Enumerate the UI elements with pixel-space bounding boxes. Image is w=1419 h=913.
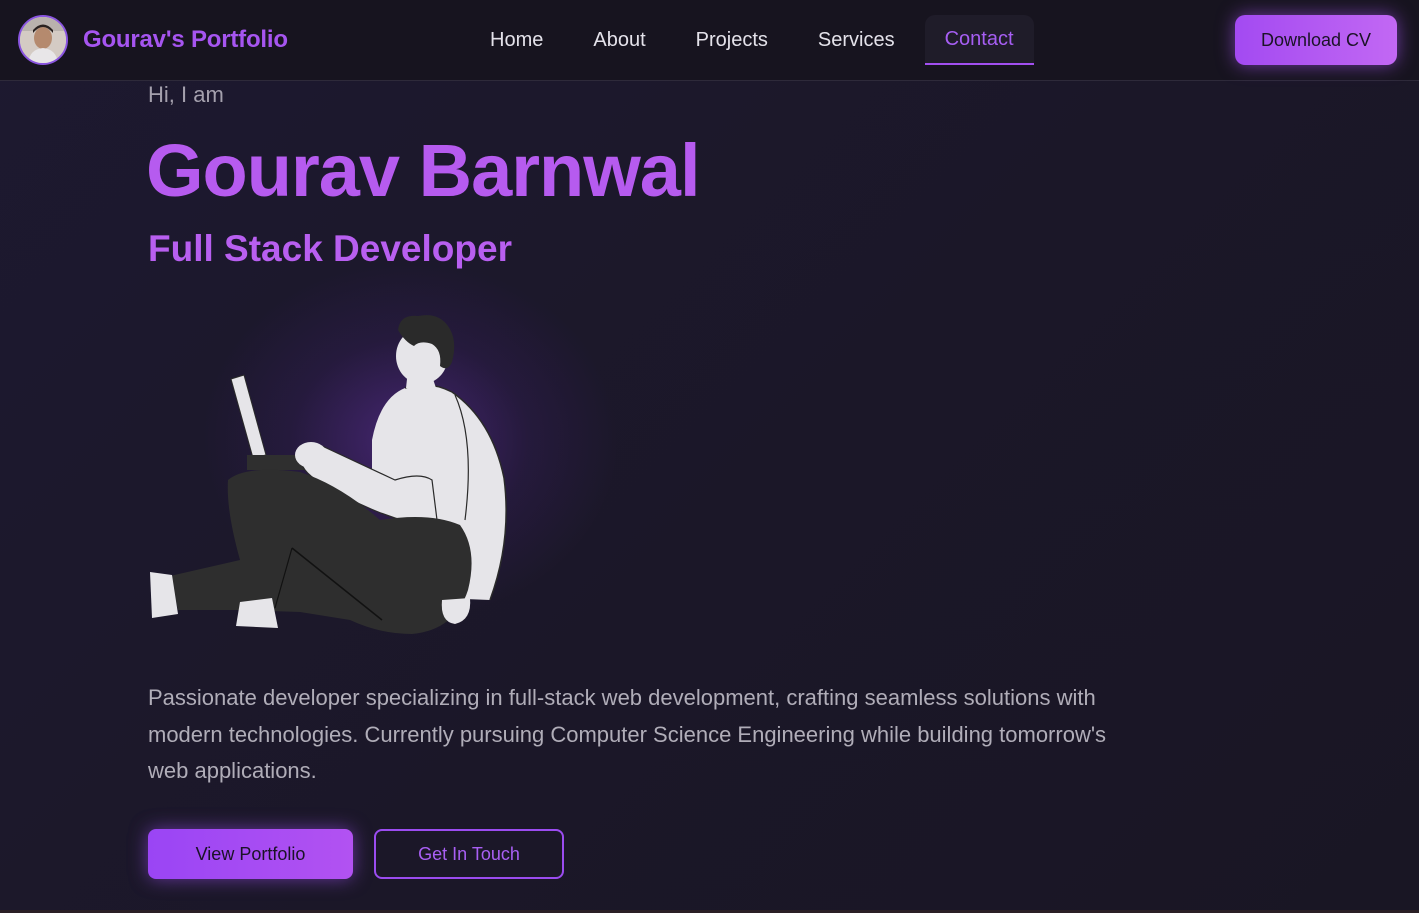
download-cv-button[interactable]: Download CV bbox=[1235, 15, 1397, 65]
nav-link-about[interactable]: About bbox=[573, 15, 665, 65]
developer-illustration bbox=[140, 305, 520, 645]
brand[interactable]: Gourav's Portfolio bbox=[18, 15, 288, 65]
hero-name: Gourav Barnwal bbox=[146, 129, 701, 212]
nav-link-contact[interactable]: Contact bbox=[924, 15, 1034, 65]
hero-greeting: Hi, I am bbox=[148, 82, 224, 107]
avatar bbox=[18, 15, 68, 65]
portfolio-page: Gourav's Portfolio Home About Projects S… bbox=[0, 0, 1419, 913]
nav-link-services[interactable]: Services bbox=[798, 15, 915, 65]
nav-link-projects[interactable]: Projects bbox=[676, 15, 788, 65]
nav-link-home[interactable]: Home bbox=[470, 15, 563, 65]
hero-description: Passionate developer specializing in ful… bbox=[148, 685, 1107, 783]
hero-role: Full Stack Developer bbox=[148, 228, 512, 269]
get-in-touch-button[interactable]: Get In Touch bbox=[374, 829, 564, 879]
nav-links: Home About Projects Services Contact bbox=[470, 15, 1044, 65]
view-portfolio-button[interactable]: View Portfolio bbox=[148, 829, 353, 879]
brand-name: Gourav's Portfolio bbox=[83, 26, 288, 53]
navbar: Gourav's Portfolio Home About Projects S… bbox=[0, 0, 1419, 81]
